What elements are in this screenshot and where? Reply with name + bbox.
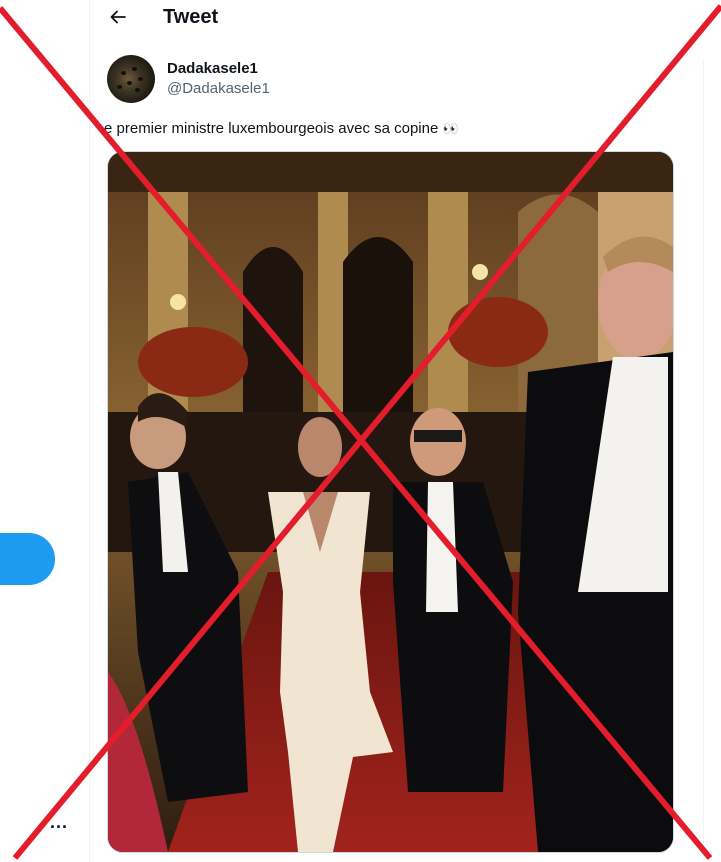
- author-handle[interactable]: @Dadakasele1: [167, 80, 270, 97]
- avatar[interactable]: [107, 55, 155, 103]
- arrow-left-icon[interactable]: [108, 7, 128, 27]
- tweet-text: e premier ministre luxembourgeois avec s…: [104, 120, 460, 137]
- tweet-photo[interactable]: [107, 151, 674, 853]
- divider: [703, 60, 704, 860]
- tweet-header: Tweet: [90, 0, 688, 36]
- page-title: Tweet: [163, 6, 219, 28]
- more-menu-button[interactable]: ...: [50, 812, 68, 833]
- tweet-compose-button[interactable]: [0, 533, 55, 585]
- eyes-emoji-icon: 👀: [442, 121, 460, 136]
- left-nav-rail: ...: [0, 0, 90, 862]
- right-sidebar-edge: [688, 0, 721, 862]
- tweet-text-body: e premier ministre luxembourgeois avec s…: [104, 120, 439, 137]
- author-display-name[interactable]: Dadakasele1: [167, 60, 258, 77]
- photo-scene: [108, 152, 673, 852]
- tweet-column: Tweet Dadakasele1 @Dadakasele1 e premier…: [89, 0, 689, 862]
